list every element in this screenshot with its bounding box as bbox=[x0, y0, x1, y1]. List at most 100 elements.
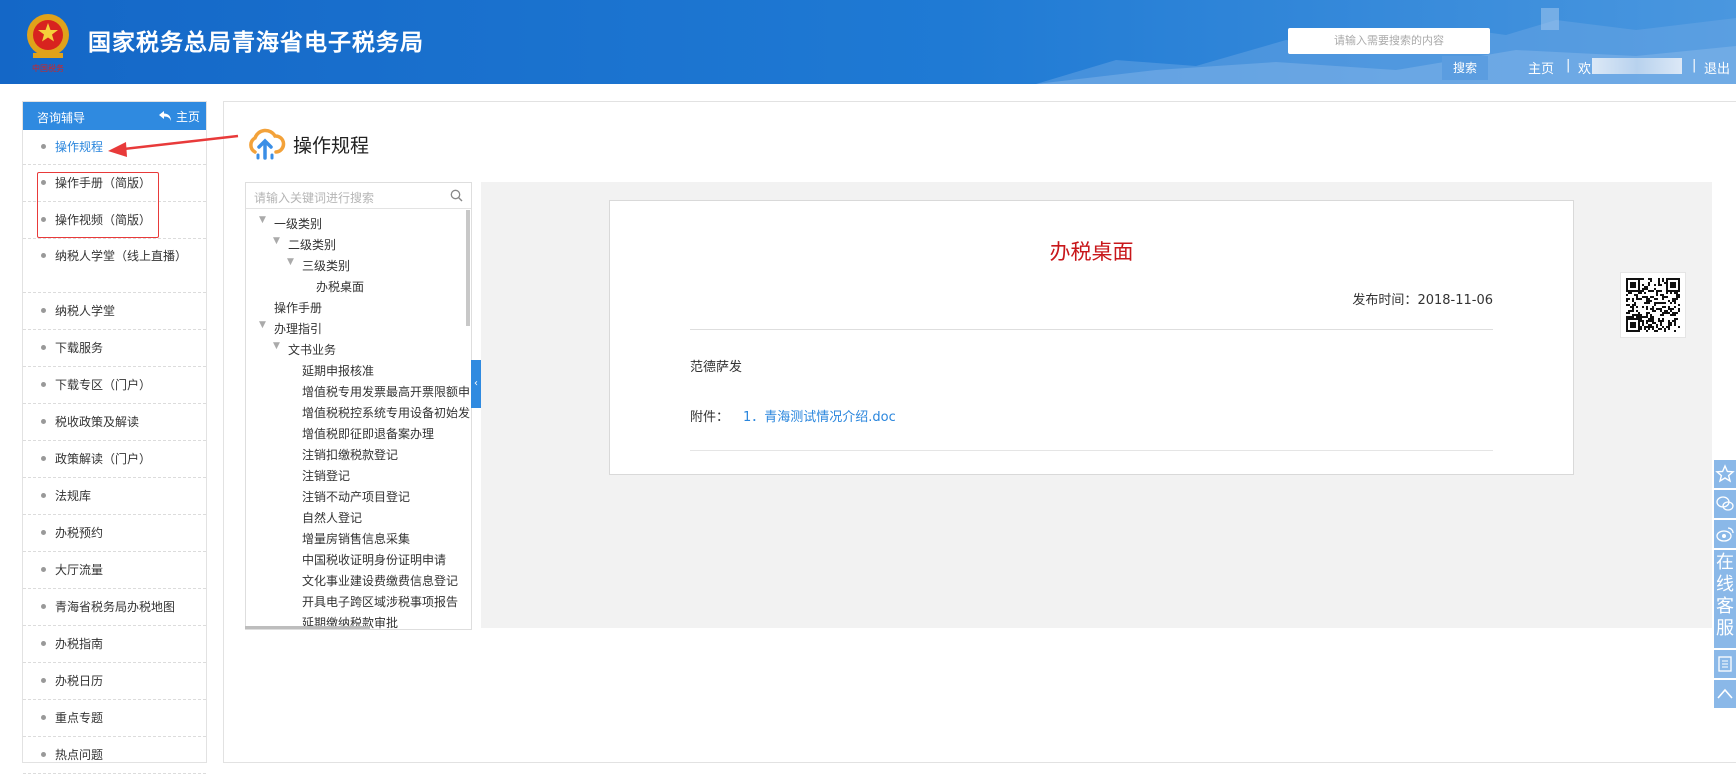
sidebar-item-label: 办税日历 bbox=[55, 674, 104, 688]
tree-node[interactable]: 注销不动产项目登记 bbox=[302, 488, 410, 505]
tree-node[interactable]: 增值税专用发票最高开票限额申 bbox=[302, 383, 470, 400]
tree-expand-icon[interactable]: ▼ bbox=[259, 320, 266, 330]
sidebar-item-label: 大厅流量 bbox=[55, 563, 104, 577]
sidebar-item[interactable]: 大厅流量 bbox=[23, 552, 206, 589]
sidebar-item[interactable]: 政策解读（门户） bbox=[23, 441, 206, 478]
tree-node[interactable]: 开具电子跨区域涉税事项报告 bbox=[302, 593, 458, 610]
tree-node-label: 二级类别 bbox=[288, 238, 337, 252]
search-icon[interactable] bbox=[450, 189, 463, 202]
tree-vertical-scrollbar[interactable] bbox=[466, 210, 470, 326]
tree-node[interactable]: 增量房销售信息采集 bbox=[302, 530, 410, 547]
tree-node-label: 注销不动产项目登记 bbox=[302, 490, 411, 504]
attachment-link[interactable]: 1．青海测试情况介绍.doc bbox=[743, 410, 896, 425]
tree-search-placeholder: 请输入关键词进行搜索 bbox=[254, 191, 375, 205]
online-service-button[interactable]: 在 线 客 服 bbox=[1714, 550, 1736, 648]
tree-node[interactable]: 增值税税控系统专用设备初始发 bbox=[302, 404, 470, 421]
bullet-dot bbox=[41, 567, 46, 572]
tree-node[interactable]: ▼ 文书业务 bbox=[273, 341, 336, 358]
sidebar-item-label: 办税指南 bbox=[55, 637, 104, 651]
tree-node[interactable]: 延期申报核准 bbox=[302, 362, 374, 379]
sidebar-item-label: 税收政策及解读 bbox=[55, 415, 140, 429]
nav-separator: | bbox=[1566, 58, 1571, 73]
list-button[interactable] bbox=[1714, 650, 1736, 678]
attachment-row: 附件： 1．青海测试情况介绍.doc bbox=[690, 406, 896, 425]
tree-node[interactable]: 操作手册 bbox=[274, 299, 322, 316]
tree-node[interactable]: 文化事业建设费缴费信息登记 bbox=[302, 572, 458, 589]
tree-node[interactable]: 注销登记 bbox=[302, 467, 350, 484]
tree-node-label: 办理指引 bbox=[274, 322, 323, 336]
online-service-char: 在 bbox=[1716, 552, 1734, 573]
tree-node[interactable]: 增值税即征即退备案办理 bbox=[302, 425, 434, 442]
tree-node[interactable]: ▼ 三级类别 bbox=[287, 257, 350, 274]
tree-expand-icon[interactable]: ▼ bbox=[259, 215, 266, 225]
tree-node-label: 增值税专用发票最高开票限额申 bbox=[302, 385, 471, 399]
annotation-arrow bbox=[108, 134, 239, 157]
tree-horizontal-scrollbar[interactable] bbox=[245, 626, 370, 629]
online-service-char: 线 bbox=[1716, 574, 1734, 595]
sidebar-item[interactable]: 青海省税务局办税地图 bbox=[23, 589, 206, 626]
top-header: 中国税务 国家税务总局青海省电子税务局 请输入需要搜索的内容 搜索 主页 | 欢… bbox=[0, 0, 1736, 84]
tree-node-label: 增量房销售信息采集 bbox=[302, 532, 411, 546]
bullet-dot bbox=[41, 752, 46, 757]
sidebar-item[interactable]: 重点专题 bbox=[23, 700, 206, 737]
redacted-username bbox=[1592, 58, 1682, 74]
sidebar-item[interactable]: 税收政策及解读 bbox=[23, 404, 206, 441]
sidebar-item[interactable]: 办税日历 bbox=[23, 663, 206, 700]
nav-separator: | bbox=[1692, 58, 1697, 73]
sidebar-item[interactable]: 法规库 bbox=[23, 478, 206, 515]
favorite-button[interactable] bbox=[1714, 460, 1736, 488]
tree-collapse-arrow-icon[interactable]: ‹ bbox=[471, 360, 481, 408]
sidebar-item[interactable]: 办税预约 bbox=[23, 515, 206, 552]
tree-expand-icon[interactable]: ▼ bbox=[273, 236, 280, 246]
sidebar-item[interactable]: 热点问题 bbox=[23, 737, 206, 774]
sidebar-item-label: 下载专区（门户） bbox=[55, 378, 152, 392]
sidebar-item-label: 下载服务 bbox=[55, 341, 104, 355]
online-service-char: 服 bbox=[1716, 618, 1734, 639]
qr-code-icon bbox=[1620, 272, 1686, 338]
wechat-button[interactable] bbox=[1714, 490, 1736, 518]
bullet-dot bbox=[41, 715, 46, 720]
sidebar-item-label: 办税预约 bbox=[55, 526, 104, 540]
tree-node-label: 一级类别 bbox=[274, 217, 323, 231]
bullet-dot bbox=[41, 456, 46, 461]
annotation-highlight-box bbox=[37, 172, 159, 238]
tree-node[interactable]: 自然人登记 bbox=[302, 509, 362, 526]
tree-node[interactable]: ▼ 二级类别 bbox=[273, 236, 337, 253]
publish-time: 发布时间：2018-11-06 bbox=[1352, 289, 1493, 308]
header-search-button[interactable]: 搜索 bbox=[1442, 56, 1488, 80]
weibo-button[interactable] bbox=[1714, 520, 1736, 548]
sidebar-item-label: 法规库 bbox=[55, 489, 92, 503]
tree-node-label: 注销扣缴税款登记 bbox=[302, 448, 399, 462]
attachment-label: 附件： bbox=[690, 410, 730, 425]
back-to-top-button[interactable] bbox=[1714, 680, 1736, 708]
tree-expand-icon[interactable]: ▼ bbox=[287, 257, 294, 267]
sidebar-item-label: 政策解读（门户） bbox=[55, 452, 152, 466]
tree-node[interactable]: ▼ 一级类别 bbox=[259, 215, 323, 232]
sidebar-item-label: 热点问题 bbox=[55, 748, 104, 762]
tree-node-label: 注销登记 bbox=[302, 469, 351, 483]
sidebar-item[interactable]: 下载服务 bbox=[23, 330, 206, 367]
nav-logout-link[interactable]: 退出 bbox=[1704, 58, 1730, 77]
tree-expand-icon[interactable]: ▼ bbox=[273, 341, 280, 351]
sidebar-item[interactable]: 下载专区（门户） bbox=[23, 367, 206, 404]
tree-search-input[interactable]: 请输入关键词进行搜索 bbox=[246, 183, 471, 209]
sidebar-item-label: 重点专题 bbox=[55, 711, 104, 725]
sidebar-item[interactable]: 纳税人学堂 bbox=[23, 293, 206, 330]
tree-node[interactable]: ▼ 办理指引 bbox=[259, 320, 323, 337]
tree-node[interactable]: 中国税收证明身份证明申请 bbox=[302, 551, 446, 568]
tree-node[interactable]: 注销扣缴税款登记 bbox=[302, 446, 398, 463]
tree-node[interactable]: 办税桌面 bbox=[316, 278, 364, 295]
sidebar-item[interactable]: 办税指南 bbox=[23, 626, 206, 663]
document-card: 办税桌面 发布时间：2018-11-06 范德萨发 附件： 1．青海测试情况介绍.… bbox=[609, 200, 1574, 475]
sidebar-item[interactable]: 纳税人学堂（线上直播） bbox=[23, 239, 206, 293]
tree-node-label: 自然人登记 bbox=[302, 511, 363, 525]
bullet-dot bbox=[41, 308, 46, 313]
nav-home-link[interactable]: 主页 bbox=[1528, 58, 1554, 77]
bullet-dot bbox=[41, 382, 46, 387]
bullet-dot bbox=[41, 345, 46, 350]
publish-label: 发布时间： bbox=[1352, 293, 1418, 308]
document-title: 办税桌面 bbox=[1049, 240, 1134, 264]
tree-node-label: 延期申报核准 bbox=[302, 364, 375, 378]
bullet-dot bbox=[41, 419, 46, 424]
header-search-input[interactable]: 请输入需要搜索的内容 bbox=[1288, 28, 1490, 54]
